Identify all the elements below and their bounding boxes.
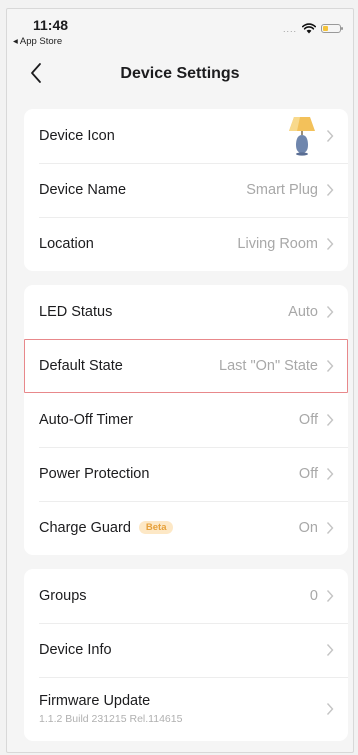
row-label: Power Protection: [39, 466, 150, 482]
lamp-icon: [289, 117, 315, 156]
row-value: Last "On" State: [219, 358, 318, 374]
row-label: Default State: [39, 358, 123, 374]
chevron-right-icon: [326, 703, 334, 715]
default-state-row[interactable]: Default State Last "On" State: [24, 339, 348, 393]
row-value: Off: [298, 466, 318, 482]
phone-screen: 11:48 ◂ App Store .... Device Settings D…: [6, 8, 354, 753]
charge-guard-row[interactable]: Charge Guard Beta On: [24, 501, 348, 555]
row-label: Location: [39, 236, 94, 252]
chevron-right-icon: [326, 184, 334, 196]
led-status-row[interactable]: LED Status Auto: [24, 285, 348, 339]
row-label: Device Icon: [39, 128, 115, 144]
device-general-card: Device Icon Device Name Smart Plug Locat…: [24, 109, 348, 271]
row-label: Auto-Off Timer: [39, 412, 134, 428]
row-value: On: [298, 520, 318, 536]
chevron-right-icon: [326, 644, 334, 656]
row-label: Groups: [39, 588, 87, 604]
device-icon-row[interactable]: Device Icon: [24, 109, 348, 163]
row-value: Off: [298, 412, 318, 428]
signal-icon: ....: [282, 23, 297, 34]
row-value: 0: [309, 588, 318, 604]
status-bar: 11:48 ◂ App Store ....: [7, 9, 353, 53]
row-value: Auto: [288, 304, 318, 320]
chevron-right-icon: [326, 590, 334, 602]
power-protection-row[interactable]: Power Protection Off: [24, 447, 348, 501]
row-label: Firmware Update: [39, 693, 151, 709]
row-label: Charge Guard Beta: [39, 520, 299, 536]
location-row[interactable]: Location Living Room: [24, 217, 348, 271]
row-value: Living Room: [237, 236, 318, 252]
row-label: LED Status: [39, 304, 113, 320]
status-indicators: ....: [282, 23, 343, 34]
chevron-right-icon: [326, 238, 334, 250]
status-time: 11:48: [33, 17, 69, 33]
auto-off-timer-row[interactable]: Auto-Off Timer Off: [24, 393, 348, 447]
firmware-update-row[interactable]: Firmware Update 1.1.2 Build 231215 Rel.1…: [24, 677, 348, 741]
chevron-right-icon: [326, 306, 334, 318]
beta-badge: Beta: [138, 521, 174, 534]
device-info-row[interactable]: Device Info: [24, 623, 348, 677]
chevron-right-icon: [326, 360, 334, 372]
firmware-version: 1.1.2 Build 231215 Rel.114615: [39, 713, 183, 725]
device-info-card: Groups 0 Device Info Firmware Update 1.1…: [24, 569, 348, 741]
navigation-bar: Device Settings: [7, 57, 353, 91]
groups-row[interactable]: Groups 0: [24, 569, 348, 623]
row-label: Device Name: [39, 182, 127, 198]
firmware-text: Firmware Update 1.1.2 Build 231215 Rel.1…: [39, 693, 326, 725]
chevron-right-icon: [326, 414, 334, 426]
device-name-row[interactable]: Device Name Smart Plug: [24, 163, 348, 217]
page-title: Device Settings: [120, 65, 240, 82]
chevron-right-icon: [326, 522, 334, 534]
chevron-right-icon: [326, 130, 334, 142]
row-value: Smart Plug: [246, 182, 318, 198]
back-to-app-store-link[interactable]: ◂ App Store: [13, 36, 62, 47]
device-behavior-card: LED Status Auto Default State Last "On" …: [24, 285, 348, 555]
chevron-right-icon: [326, 468, 334, 480]
wifi-icon: [302, 23, 316, 34]
row-label: Device Info: [39, 642, 112, 658]
battery-icon: [321, 24, 343, 33]
charge-guard-label: Charge Guard: [39, 520, 131, 536]
